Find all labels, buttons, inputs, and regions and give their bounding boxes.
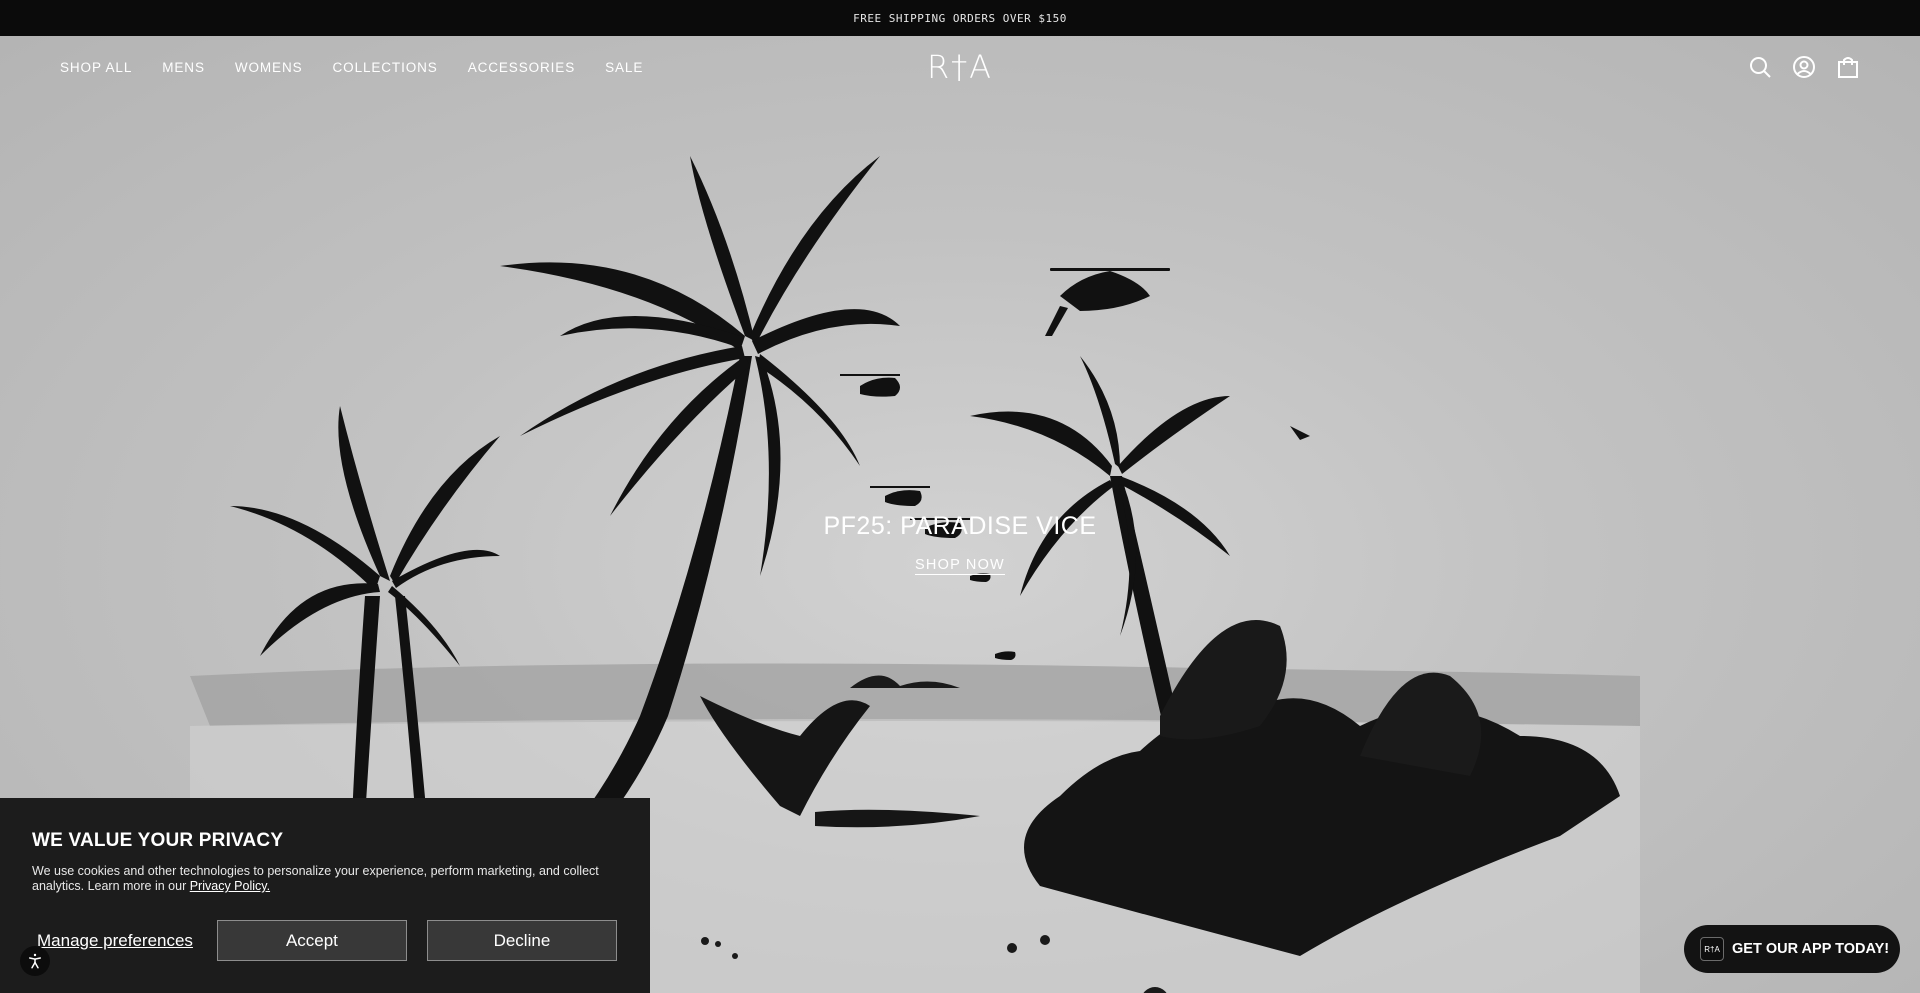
main-nav: SHOP ALL MENS WOMENS COLLECTIONS ACCESSO…	[60, 60, 643, 75]
privacy-body: We use cookies and other technologies to…	[32, 864, 632, 894]
privacy-title: WE VALUE YOUR PRIVACY	[32, 830, 284, 851]
nav-womens[interactable]: WOMENS	[235, 60, 303, 75]
get-app-button[interactable]: R†A GET OUR APP TODAY!	[1684, 925, 1900, 973]
announcement-bar: FREE SHIPPING ORDERS OVER $150	[0, 0, 1920, 36]
nav-sale[interactable]: SALE	[605, 60, 643, 75]
announcement-text: FREE SHIPPING ORDERS OVER $150	[853, 11, 1067, 25]
site-logo[interactable]: R†A	[927, 48, 993, 86]
accessibility-icon	[29, 953, 41, 969]
header-icons	[1748, 55, 1860, 79]
privacy-policy-link[interactable]: Privacy Policy.	[190, 879, 270, 893]
nav-shop-all[interactable]: SHOP ALL	[60, 60, 132, 75]
privacy-text: We use cookies and other technologies to…	[32, 864, 599, 893]
app-logo-icon: R†A	[1700, 937, 1724, 961]
decline-button[interactable]: Decline	[426, 920, 617, 961]
nav-mens[interactable]: MENS	[162, 60, 205, 75]
privacy-banner: WE VALUE YOUR PRIVACY We use cookies and…	[0, 798, 650, 993]
privacy-actions: Manage preferences Accept Decline	[37, 920, 617, 961]
hero-content: PF25: PARADISE VICE SHOP NOW	[0, 512, 1920, 575]
bag-icon[interactable]	[1836, 55, 1860, 79]
search-icon[interactable]	[1748, 55, 1772, 79]
nav-accessories[interactable]: ACCESSORIES	[468, 60, 575, 75]
accept-button[interactable]: Accept	[216, 920, 407, 961]
nav-collections[interactable]: COLLECTIONS	[333, 60, 438, 75]
get-app-label: GET OUR APP TODAY!	[1732, 941, 1890, 957]
accessibility-button[interactable]	[20, 946, 50, 976]
site-header: SHOP ALL MENS WOMENS COLLECTIONS ACCESSO…	[0, 36, 1920, 98]
manage-preferences-button[interactable]: Manage preferences	[37, 931, 193, 951]
shop-now-link[interactable]: SHOP NOW	[915, 557, 1005, 575]
hero-title: PF25: PARADISE VICE	[823, 512, 1097, 540]
account-icon[interactable]	[1792, 55, 1816, 79]
